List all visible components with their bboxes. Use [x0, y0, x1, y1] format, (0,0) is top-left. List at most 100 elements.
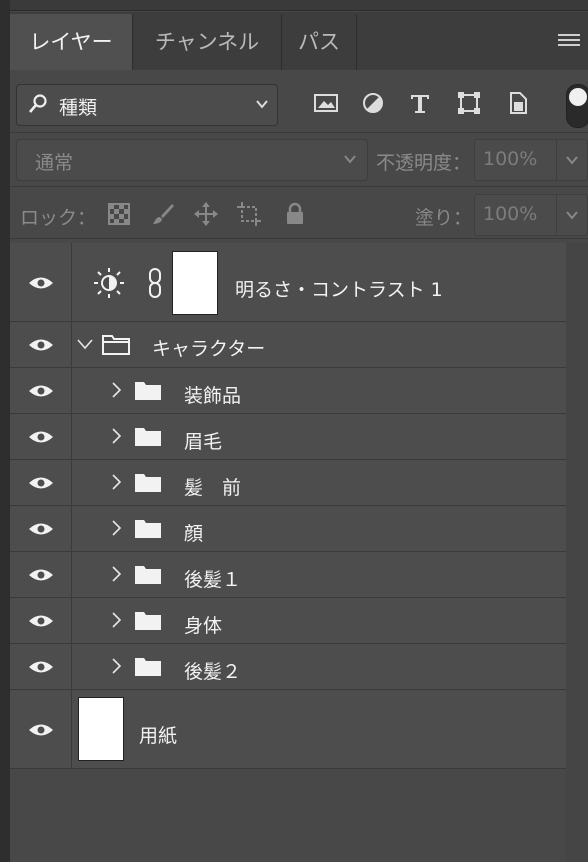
shape-filter-icon[interactable]: [456, 90, 482, 116]
visibility-column: [10, 243, 72, 321]
search-icon: [29, 94, 47, 113]
layer-row[interactable]: 後髪２: [10, 644, 566, 690]
opacity-field[interactable]: 100%: [474, 139, 588, 181]
opacity-label: 不透明度：: [376, 152, 472, 174]
layer-name[interactable]: 身体: [184, 611, 222, 638]
visibility-column: [10, 506, 72, 551]
panel-top-bar: [10, 0, 588, 11]
image-filter-icon[interactable]: [313, 90, 339, 116]
lock-all-icon[interactable]: [282, 201, 308, 227]
chevron-right-icon[interactable]: [110, 565, 122, 583]
layer-name[interactable]: 明るさ・コントラスト 1: [235, 275, 443, 302]
lock-image-pixels-icon[interactable]: [150, 201, 176, 227]
blend-mode-select[interactable]: 通常: [16, 139, 368, 181]
folder-icon: [135, 566, 161, 584]
lock-label: ロック：: [20, 207, 97, 229]
divider: [10, 238, 588, 239]
layer-row[interactable]: 眉毛: [10, 414, 566, 460]
fill-label: 塗り：: [415, 207, 473, 229]
fill-field[interactable]: 100%: [474, 194, 588, 236]
layer-name[interactable]: 装飾品: [184, 381, 241, 408]
folder-icon: [135, 474, 161, 492]
layer-name[interactable]: 用紙: [139, 721, 177, 748]
visibility-column: [10, 598, 72, 643]
layer-row[interactable]: 後髪１: [10, 552, 566, 598]
chevron-down-icon: [344, 155, 356, 164]
eye-icon[interactable]: [27, 475, 55, 491]
tab-channels[interactable]: チャンネル: [133, 14, 282, 70]
tab-paths[interactable]: パス: [282, 14, 357, 70]
eye-icon[interactable]: [27, 429, 55, 445]
folder-icon: [135, 428, 161, 446]
layer-row[interactable]: キャラクター: [10, 322, 566, 368]
visibility-column: [10, 644, 72, 689]
adjustment-filter-icon[interactable]: [360, 90, 386, 116]
chevron-down-icon[interactable]: [76, 337, 94, 351]
filter-type-select[interactable]: 種類: [16, 84, 278, 126]
lock-transparent-pixels-icon[interactable]: [106, 201, 132, 227]
folder-icon: [135, 520, 161, 538]
layer-row[interactable]: 顔: [10, 506, 566, 552]
fill-value: 100%: [483, 203, 538, 225]
visibility-column: [10, 414, 72, 459]
eye-icon[interactable]: [27, 659, 55, 675]
blend-mode-value: 通常: [35, 152, 74, 174]
folder-icon: [135, 658, 161, 676]
chevron-down-icon: [566, 156, 578, 165]
layer-row[interactable]: 装飾品: [10, 368, 566, 414]
folder-icon: [102, 335, 130, 355]
layer-list: 明るさ・コントラスト 1 キャラクター 装飾品 眉毛 髪 前 顔 後髪１ 身体 …: [10, 243, 566, 769]
eye-icon[interactable]: [27, 567, 55, 583]
layer-name[interactable]: 顔: [184, 519, 203, 546]
layer-name[interactable]: 後髪２: [184, 657, 241, 684]
layer-row[interactable]: 身体: [10, 598, 566, 644]
visibility-column: [10, 460, 72, 505]
layer-thumbnail[interactable]: [78, 697, 124, 761]
chevron-right-icon[interactable]: [110, 611, 122, 629]
opacity-value: 100%: [483, 148, 538, 170]
lock-artboard-icon[interactable]: [236, 201, 262, 227]
visibility-column: [10, 368, 72, 413]
visibility-column: [10, 552, 72, 597]
panel-menu-icon[interactable]: [558, 34, 580, 50]
eye-icon[interactable]: [27, 383, 55, 399]
chevron-right-icon[interactable]: [110, 473, 122, 491]
divider: [10, 186, 588, 187]
chevron-right-icon[interactable]: [110, 427, 122, 445]
chevron-right-icon[interactable]: [110, 657, 122, 675]
chevron-right-icon[interactable]: [110, 519, 122, 537]
chevron-down-icon: [566, 211, 578, 220]
type-filter-icon[interactable]: [407, 90, 433, 116]
layer-name[interactable]: 髪 前: [184, 473, 241, 500]
visibility-column: [10, 322, 72, 367]
layer-name[interactable]: キャラクター: [152, 334, 265, 361]
brightness-contrast-icon: [94, 268, 124, 298]
visibility-column: [10, 690, 72, 768]
eye-icon[interactable]: [27, 521, 55, 537]
folder-icon: [135, 382, 161, 400]
eye-icon[interactable]: [27, 337, 55, 353]
eye-icon[interactable]: [27, 613, 55, 629]
empty-area: [10, 769, 566, 862]
filter-toggle[interactable]: [566, 84, 588, 128]
lock-position-icon[interactable]: [193, 201, 219, 227]
tab-bar: レイヤー チャンネル パス: [10, 12, 588, 70]
folder-icon: [135, 612, 161, 630]
layers-panel: レイヤー チャンネル パス 種類 通常 不透明度： 100% ロック： 塗り： …: [10, 0, 588, 862]
layer-row[interactable]: 用紙: [10, 690, 566, 769]
link-icon[interactable]: [148, 267, 162, 299]
layer-row[interactable]: 髪 前: [10, 460, 566, 506]
chevron-right-icon[interactable]: [110, 381, 122, 399]
eye-icon[interactable]: [27, 275, 55, 291]
filter-type-label: 種類: [59, 97, 98, 119]
eye-icon[interactable]: [27, 722, 55, 738]
layer-row[interactable]: 明るさ・コントラスト 1: [10, 243, 566, 322]
smart-object-filter-icon[interactable]: [505, 90, 531, 116]
chevron-down-icon: [256, 100, 268, 109]
layer-name[interactable]: 眉毛: [184, 427, 222, 454]
layer-name[interactable]: 後髪１: [184, 565, 241, 592]
divider: [10, 132, 588, 133]
mask-thumbnail[interactable]: [172, 251, 218, 315]
scrollbar-track[interactable]: [566, 243, 588, 862]
tab-layers[interactable]: レイヤー: [10, 14, 133, 70]
